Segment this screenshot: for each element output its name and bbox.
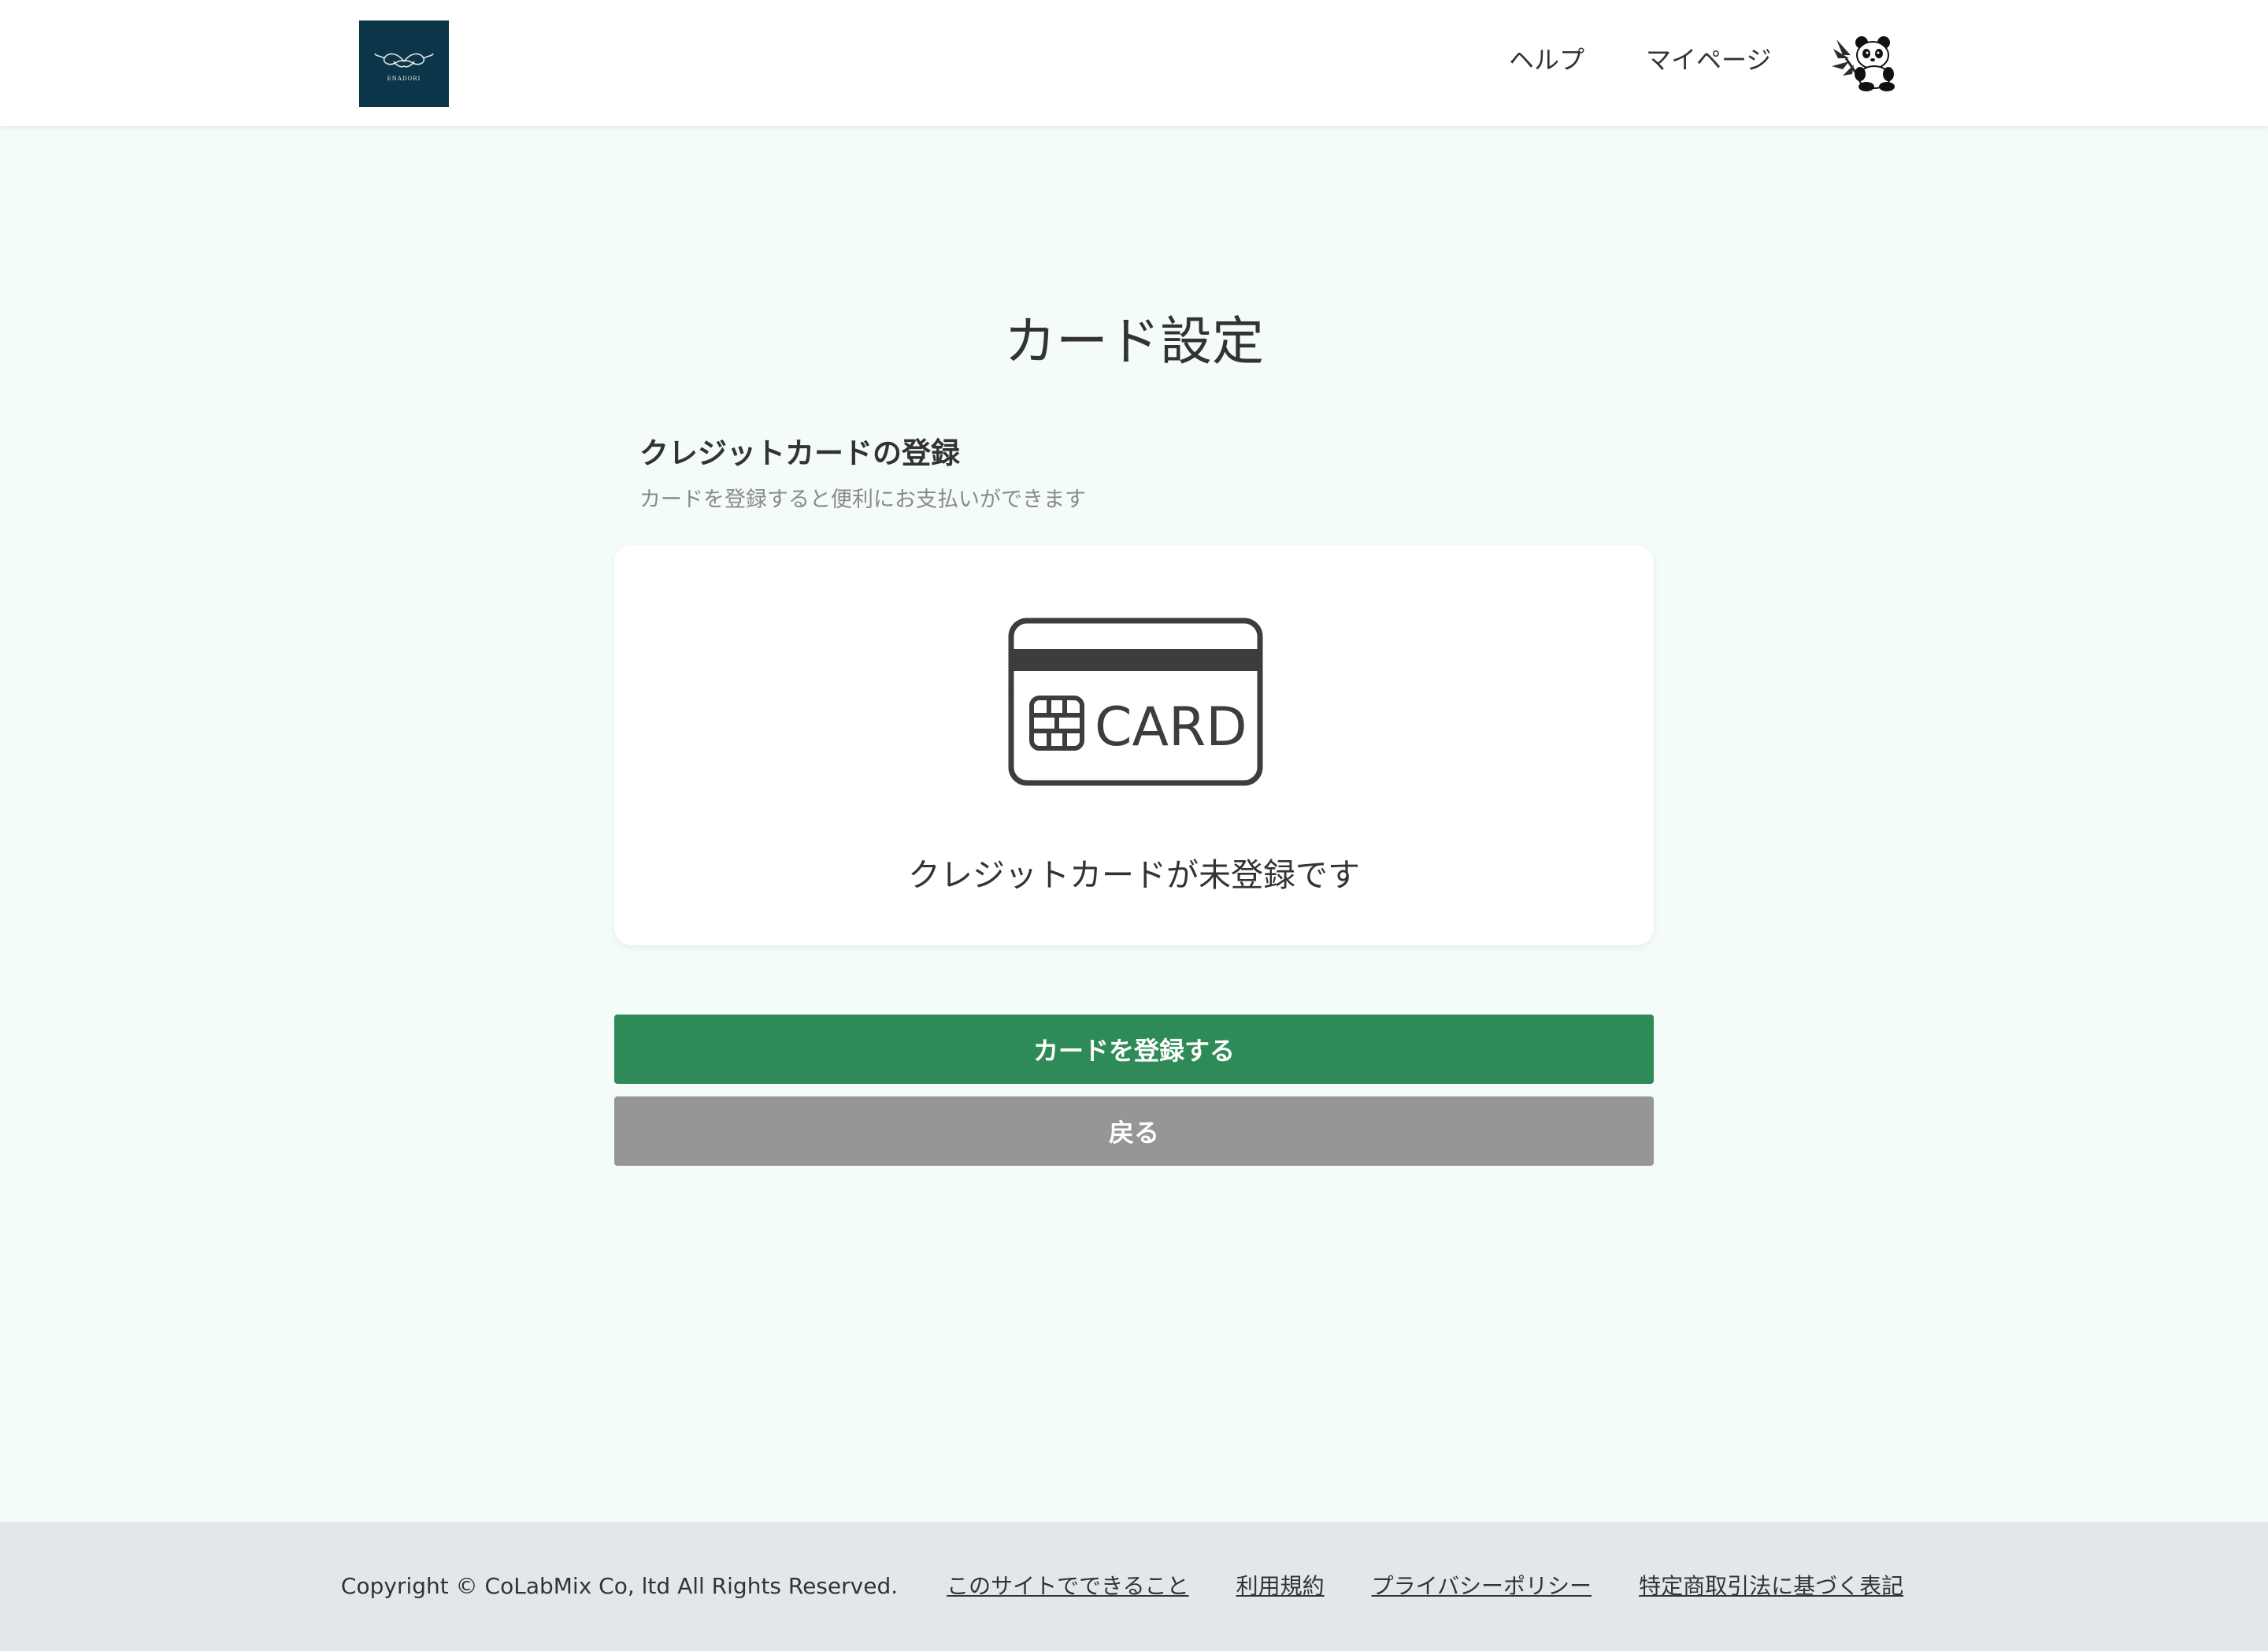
back-button[interactable]: 戻る	[614, 1096, 1654, 1166]
site-logo[interactable]: ENADORI	[359, 20, 449, 107]
panda-avatar-icon	[1832, 36, 1895, 91]
site-footer: Copyright © CoLabMix Co, ltd All Rights …	[0, 1522, 2268, 1651]
site-header: ENADORI ヘルプ マイページ	[0, 0, 2268, 126]
footer-bar: Copyright © CoLabMix Co, ltd All Rights …	[0, 1571, 2268, 1602]
logo-emblem-icon	[374, 53, 434, 68]
register-card-button[interactable]: カードを登録する	[614, 1015, 1654, 1084]
logo-wordmark: ENADORI	[387, 76, 421, 82]
section-subtitle: カードを登録すると便利にお支払いができます	[639, 488, 1086, 512]
card-icon-label: CARD	[1095, 696, 1247, 759]
footer-link-privacy[interactable]: プライバシーポリシー	[1372, 1571, 1592, 1602]
user-avatar[interactable]	[1832, 35, 1901, 93]
footer-link-terms[interactable]: 利用規約	[1236, 1571, 1325, 1602]
section-title: クレジットカードの登録	[639, 436, 960, 470]
nav-mypage-link[interactable]: マイページ	[1646, 44, 1771, 76]
page: ENADORI ヘルプ マイページ カード設定 クレジットカードの登録 カードを…	[0, 0, 2268, 1651]
card-status-panel: CARD クレジットカードが未登録です	[614, 545, 1654, 945]
page-title: カード設定	[1004, 311, 1264, 372]
footer-link-about[interactable]: このサイトでできること	[947, 1571, 1188, 1602]
footer-link-commerce-law[interactable]: 特定商取引法に基づく表記	[1639, 1571, 1903, 1602]
nav-help-link[interactable]: ヘルプ	[1509, 44, 1584, 76]
card-status-text: クレジットカードが未登録です	[908, 856, 1360, 894]
credit-card-icon: CARD	[1008, 618, 1263, 786]
copyright-text: Copyright © CoLabMix Co, ltd All Rights …	[340, 1573, 899, 1599]
